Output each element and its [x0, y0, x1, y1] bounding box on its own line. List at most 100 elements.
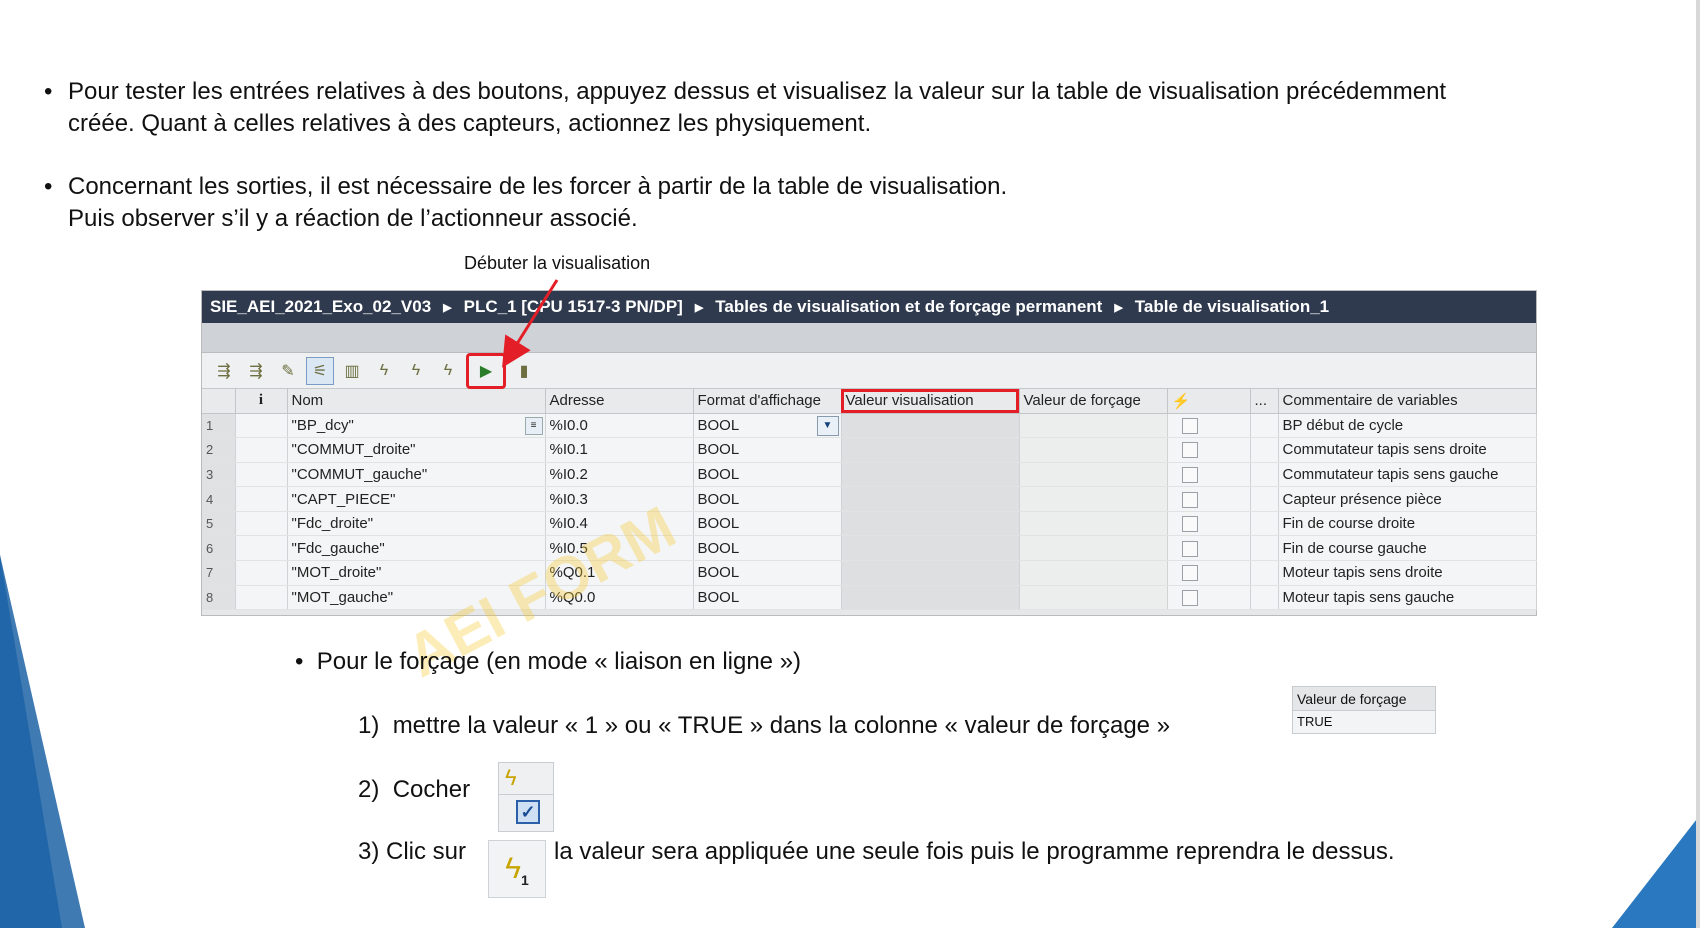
breadcrumb-item[interactable]: Table de visualisation_1: [1135, 297, 1329, 317]
comment-cell[interactable]: Capteur présence pièce: [1278, 486, 1537, 512]
extra-cell[interactable]: [1250, 486, 1279, 512]
expand-columns-icon[interactable]: ▥: [338, 357, 366, 385]
col-header-monitor-value[interactable]: Valeur visualisation: [841, 389, 1020, 414]
info-cell[interactable]: [235, 437, 288, 463]
address-cell[interactable]: %I0.1: [545, 437, 694, 463]
row-number[interactable]: 2: [202, 437, 236, 463]
format-cell[interactable]: BOOL: [693, 560, 842, 586]
force-checkbox[interactable]: [1181, 589, 1198, 606]
add-row-icon[interactable]: ⇶: [242, 357, 270, 385]
col-header[interactable]: Format d'affichage: [693, 389, 842, 414]
table-row[interactable]: 8 "MOT_gauche" %Q0.0 BOOL Moteur tapis sens …: [202, 585, 1537, 611]
monitor-value-cell[interactable]: [841, 560, 1020, 586]
table-row[interactable]: 3 "COMMUT_gauche" %I0.2 BOOL Commutateur tap…: [202, 462, 1537, 488]
monitor-value-cell[interactable]: [841, 511, 1020, 537]
force-checkbox[interactable]: [1181, 442, 1198, 459]
col-header[interactable]: ...: [1250, 389, 1279, 414]
info-cell[interactable]: [235, 462, 288, 488]
extra-cell[interactable]: [1250, 585, 1279, 611]
name-cell[interactable]: "Fdc_gauche": [287, 535, 546, 562]
force-checkbox-cell[interactable]: [1167, 437, 1251, 463]
monitor-value-cell[interactable]: [841, 486, 1020, 512]
monitor-once-icon[interactable]: ▮: [510, 357, 538, 385]
comment-cell[interactable]: Fin de course droite: [1278, 511, 1537, 537]
info-cell[interactable]: [235, 486, 288, 512]
extra-cell[interactable]: [1250, 511, 1279, 537]
force-value-cell[interactable]: [1019, 486, 1168, 512]
table-row[interactable]: 2 "COMMUT_droite" %I0.1 BOOL Commutateur tap…: [202, 437, 1537, 463]
monitor-value-cell[interactable]: [841, 535, 1020, 562]
format-cell[interactable]: BOOL: [693, 486, 842, 512]
name-cell[interactable]: "BP_dcy" ≡: [286, 412, 546, 439]
extra-cell[interactable]: [1250, 413, 1279, 439]
tag-browse-icon[interactable]: ≡: [524, 416, 543, 435]
force-value-cell[interactable]: [1019, 560, 1168, 586]
col-header-force-icon[interactable]: ⚡: [1167, 389, 1251, 414]
table-row[interactable]: 4 "CAPT_PIECE" %I0.3 BOOL Capteur présence p…: [202, 486, 1537, 512]
comment-cell[interactable]: Moteur tapis sens gauche: [1278, 585, 1537, 611]
chevron-down-icon[interactable]: ▼: [816, 415, 839, 436]
force-checkbox-cell[interactable]: [1167, 560, 1251, 586]
force-checkbox[interactable]: [1181, 467, 1198, 483]
table-row[interactable]: 6 "Fdc_gauche" %I0.5 BOOL Fin de course gauc…: [202, 535, 1537, 562]
row-number[interactable]: 3: [202, 462, 236, 488]
row-number[interactable]: 1: [202, 413, 236, 439]
format-cell[interactable]: BOOL: [693, 462, 842, 488]
force-checkbox-cell[interactable]: [1167, 535, 1251, 562]
breadcrumb-item[interactable]: Tables de visualisation et de forçage pe…: [715, 297, 1102, 317]
table-row[interactable]: 1 "BP_dcy" ≡ %I0.0 BOOL ▼ BP début de cycle: [202, 412, 1537, 439]
force-checkbox-cell[interactable]: [1167, 486, 1251, 512]
info-cell[interactable]: [235, 535, 288, 562]
comment-cell[interactable]: Moteur tapis sens droite: [1278, 560, 1537, 586]
row-number[interactable]: 4: [202, 486, 236, 512]
format-cell[interactable]: BOOL: [693, 585, 842, 611]
address-cell[interactable]: %I0.3: [545, 486, 694, 512]
start-monitoring-icon[interactable]: ▶: [466, 352, 506, 389]
col-header[interactable]: Nom: [287, 389, 546, 414]
force-checkbox[interactable]: [1181, 565, 1198, 582]
force-checkbox-cell[interactable]: [1167, 511, 1251, 537]
info-cell[interactable]: [235, 413, 288, 439]
format-cell[interactable]: BOOL ▼: [693, 413, 842, 439]
row-number[interactable]: 8: [202, 585, 236, 611]
monitor-value-cell[interactable]: [841, 585, 1020, 611]
name-cell[interactable]: "COMMUT_gauche": [287, 462, 546, 488]
comment-cell[interactable]: Fin de course gauche: [1278, 535, 1537, 562]
row-number[interactable]: 5: [202, 511, 236, 537]
format-cell[interactable]: BOOL: [693, 511, 842, 537]
breadcrumb-item[interactable]: SIE_AEI_2021_Exo_02_V03: [210, 297, 431, 317]
force-checkbox-cell[interactable]: [1167, 462, 1251, 488]
force-value-cell[interactable]: [1019, 413, 1168, 439]
name-cell[interactable]: "CAPT_PIECE": [287, 486, 546, 512]
col-header-force-value[interactable]: Valeur de forçage: [1019, 389, 1168, 414]
force-checkbox[interactable]: [1181, 491, 1198, 508]
edit-icon[interactable]: ✎: [274, 357, 302, 385]
table-row[interactable]: 7 "MOT_droite" %Q0.1 BOOL Moteur tapis sens …: [202, 560, 1537, 586]
info-cell[interactable]: [235, 511, 288, 537]
monitor-value-cell[interactable]: [841, 462, 1020, 488]
show-columns-icon[interactable]: ⚟: [306, 356, 334, 385]
name-cell[interactable]: "Fdc_droite": [287, 511, 546, 537]
col-header[interactable]: Adresse: [545, 389, 694, 414]
comment-cell[interactable]: Commutateur tapis sens gauche: [1278, 462, 1537, 488]
force-icon[interactable]: ϟ: [434, 357, 462, 385]
force-checkbox-cell[interactable]: [1167, 413, 1251, 439]
modify-now-icon[interactable]: ϟ: [370, 357, 398, 385]
force-checkbox-cell[interactable]: [1167, 585, 1251, 611]
force-value-cell[interactable]: [1019, 511, 1168, 537]
force-checkbox[interactable]: [1181, 417, 1198, 434]
row-number[interactable]: 7: [202, 560, 236, 586]
address-cell[interactable]: %I0.2: [545, 462, 694, 488]
extra-cell[interactable]: [1250, 535, 1279, 562]
insert-row-icon[interactable]: ⇶: [210, 357, 238, 385]
breadcrumb-item[interactable]: PLC_1 [CPU 1517-3 PN/DP]: [464, 297, 683, 317]
info-cell[interactable]: [235, 560, 288, 586]
extra-cell[interactable]: [1250, 560, 1279, 586]
monitor-value-cell[interactable]: [841, 437, 1020, 463]
col-header[interactable]: Commentaire de variables: [1278, 389, 1537, 414]
format-cell[interactable]: BOOL: [693, 535, 842, 562]
name-cell[interactable]: "COMMUT_droite": [287, 437, 546, 463]
comment-cell[interactable]: BP début de cycle: [1278, 413, 1537, 439]
info-cell[interactable]: [235, 585, 288, 611]
force-checkbox[interactable]: [1181, 516, 1198, 533]
